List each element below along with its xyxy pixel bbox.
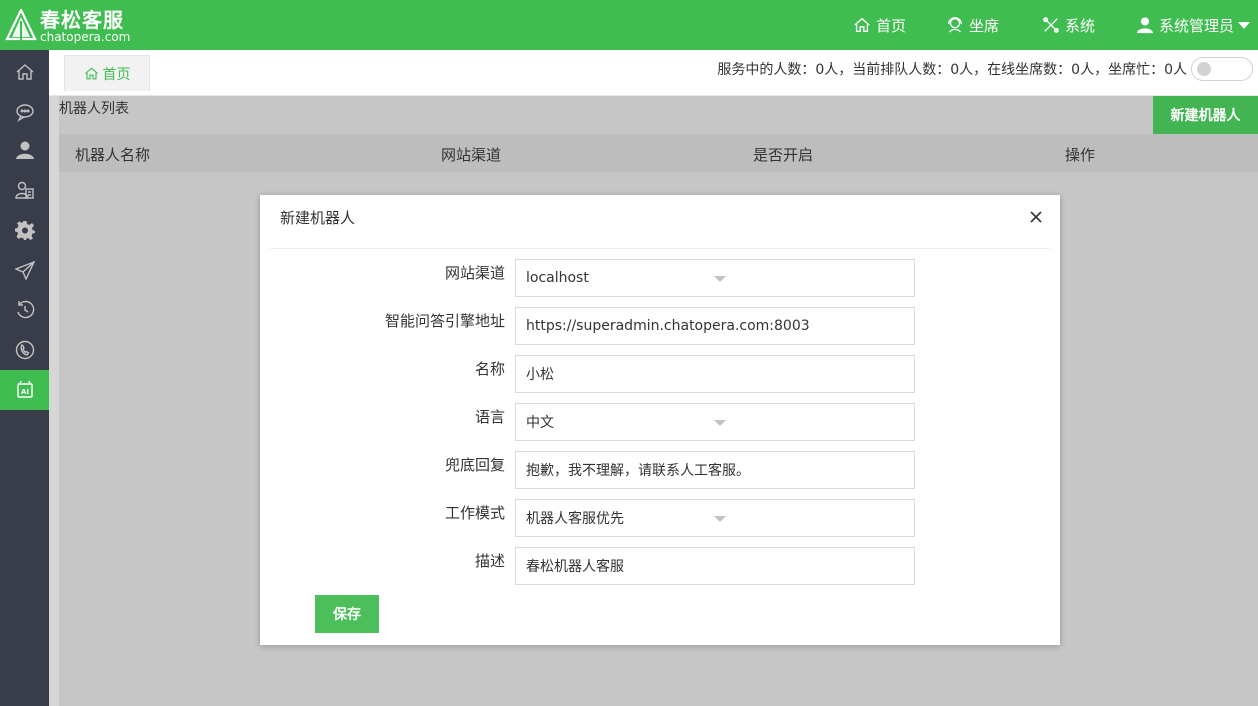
new-robot-button[interactable]: 新建机器人 <box>1153 96 1258 134</box>
close-icon[interactable] <box>1026 207 1046 227</box>
fallback-reply-label: 兜底回复 <box>444 456 505 474</box>
channel-select-value: localhost <box>526 270 589 286</box>
gear-icon <box>14 221 35 240</box>
left-sidebar: AI <box>0 50 49 706</box>
fallback-reply-input[interactable]: 抱歉，我不理解，请联系人工客服。 <box>515 451 915 489</box>
user-icon <box>1136 17 1154 34</box>
chevron-down-icon <box>714 516 726 522</box>
engine-url-input[interactable]: https://superadmin.chatopera.com:8003 <box>515 307 915 345</box>
home-icon <box>84 67 98 80</box>
nav-agent[interactable]: 坐席 <box>946 0 999 50</box>
language-label: 语言 <box>474 408 505 426</box>
column-header-actions[interactable]: 操作 <box>1065 144 1095 165</box>
language-select-value: 中文 <box>526 415 554 431</box>
channel-select[interactable]: localhost <box>515 259 915 297</box>
home-icon <box>854 17 870 32</box>
nav-agent-label: 坐席 <box>969 16 1000 35</box>
nav-home-label: 首页 <box>876 16 907 35</box>
new-robot-dialog: 新建机器人 网站渠道 localhost 智能问答引擎地址 https://su… <box>260 195 1060 645</box>
tab-strip: 首页 服务中的人数：0人，当前排队人数：0人，在线坐席数：0人，坐席忙：0人 <box>49 50 1258 96</box>
engine-url-value: https://superadmin.chatopera.com:8003 <box>526 318 810 334</box>
tab-home-label: 首页 <box>102 66 131 83</box>
pine-tree-logo-icon <box>5 9 37 42</box>
nav-user-label: 系统管理员 <box>1159 16 1235 35</box>
channel-label: 网站渠道 <box>444 264 505 282</box>
language-select[interactable]: 中文 <box>515 403 915 441</box>
content-gutter <box>49 96 59 706</box>
work-mode-select-value: 机器人客服优先 <box>526 511 624 527</box>
tools-icon <box>1043 17 1059 33</box>
logo-title: 春松客服 <box>40 7 124 32</box>
dialog-divider <box>270 248 1050 249</box>
dialog-title: 新建机器人 <box>280 209 356 227</box>
engine-url-label: 智能问答引擎地址 <box>384 312 505 330</box>
top-header: 春松客服 chatopera.com 首页 坐席 系统 系统管理员 <box>0 0 1258 50</box>
column-header-robot-name[interactable]: 机器人名称 <box>75 144 150 165</box>
page-title: 机器人列表 <box>59 101 129 117</box>
home-icon <box>16 64 33 80</box>
sidebar-item-history[interactable] <box>0 290 49 330</box>
robot-name-input[interactable]: 小松 <box>515 355 915 393</box>
work-mode-label: 工作模式 <box>444 504 505 522</box>
fallback-reply-value: 抱歉，我不理解，请联系人工客服。 <box>526 463 750 479</box>
app-logo[interactable]: 春松客服 chatopera.com <box>4 8 130 44</box>
phone-icon <box>15 340 34 360</box>
sidebar-item-ai-robot[interactable]: AI <box>0 370 49 410</box>
tab-home[interactable]: 首页 <box>64 55 150 91</box>
robot-name-label: 名称 <box>474 360 505 378</box>
chat-bubbles-icon <box>15 104 34 122</box>
headset-icon <box>948 17 962 33</box>
ai-robot-icon: AI <box>16 380 33 398</box>
history-icon <box>16 300 34 319</box>
service-status-text: 服务中的人数：0人，当前排队人数：0人，在线坐席数：0人，坐席忙：0人 <box>717 62 1187 78</box>
chevron-down-icon <box>1238 21 1251 29</box>
agent-busy-toggle[interactable] <box>1191 57 1253 81</box>
robot-name-value: 小松 <box>526 367 554 383</box>
sidebar-item-settings[interactable] <box>0 210 49 250</box>
sidebar-item-home[interactable] <box>0 52 49 92</box>
chevron-down-icon <box>714 276 726 282</box>
person-icon <box>15 141 34 159</box>
description-label: 描述 <box>474 552 505 570</box>
sidebar-item-phone[interactable] <box>0 330 49 370</box>
description-input[interactable]: 春松机器人客服 <box>515 547 915 585</box>
sidebar-item-send[interactable] <box>0 250 49 290</box>
table-header: 机器人名称 网站渠道 是否开启 操作 <box>59 134 1258 172</box>
sidebar-item-person[interactable] <box>0 130 49 170</box>
sidebar-item-contacts[interactable] <box>0 170 49 210</box>
description-value: 春松机器人客服 <box>526 559 624 575</box>
nav-system[interactable]: 系统 <box>1042 0 1095 50</box>
paper-plane-icon <box>14 260 35 280</box>
contact-card-icon <box>14 181 34 199</box>
nav-user-menu[interactable]: 系统管理员 <box>1136 0 1251 50</box>
nav-system-label: 系统 <box>1065 16 1096 35</box>
nav-home[interactable]: 首页 <box>853 0 906 50</box>
save-button[interactable]: 保存 <box>315 595 379 633</box>
sidebar-item-chat[interactable] <box>0 92 49 132</box>
work-mode-select[interactable]: 机器人客服优先 <box>515 499 915 537</box>
column-header-channel[interactable]: 网站渠道 <box>441 144 501 165</box>
column-header-enabled[interactable]: 是否开启 <box>753 144 813 165</box>
logo-domain: chatopera.com <box>40 29 131 44</box>
svg-text:AI: AI <box>20 388 28 396</box>
chevron-down-icon <box>714 420 726 426</box>
toggle-knob <box>1197 62 1211 76</box>
